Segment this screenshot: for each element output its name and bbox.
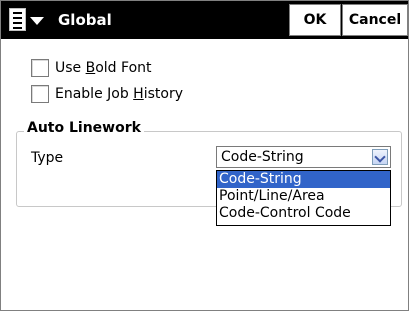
ok-button[interactable]: OK <box>289 4 341 36</box>
dialog-window: Global OK Cancel Use Bold Font Enable Jo… <box>0 0 409 311</box>
window-title: Global <box>58 11 112 29</box>
type-combobox[interactable]: Code-String <box>216 146 391 168</box>
document-menu-icon <box>9 8 26 31</box>
enable-job-history-checkbox[interactable] <box>31 85 49 103</box>
enable-job-history-option[interactable]: Enable Job History <box>31 85 183 103</box>
title-bar: Global OK Cancel <box>1 1 408 39</box>
menu-button[interactable] <box>3 5 55 35</box>
use-bold-font-label: Use Bold Font <box>55 60 152 76</box>
dropdown-option-code-control-code[interactable]: Code-Control Code <box>217 205 390 222</box>
use-bold-font-checkbox[interactable] <box>31 59 49 77</box>
type-combobox-value: Code-String <box>221 149 304 165</box>
use-bold-font-option[interactable]: Use Bold Font <box>31 59 152 77</box>
enable-job-history-label: Enable Job History <box>55 86 183 102</box>
caret-down-icon <box>30 17 44 25</box>
cancel-button[interactable]: Cancel <box>342 4 408 36</box>
dropdown-option-point-line-area[interactable]: Point/Line/Area <box>217 188 390 205</box>
chevron-down-icon[interactable] <box>372 149 388 165</box>
type-label: Type <box>31 150 64 166</box>
dropdown-option-code-string[interactable]: Code-String <box>217 171 390 188</box>
auto-linework-group-title: Auto Linework <box>24 120 144 136</box>
type-dropdown-list: Code-String Point/Line/Area Code-Control… <box>216 170 391 226</box>
